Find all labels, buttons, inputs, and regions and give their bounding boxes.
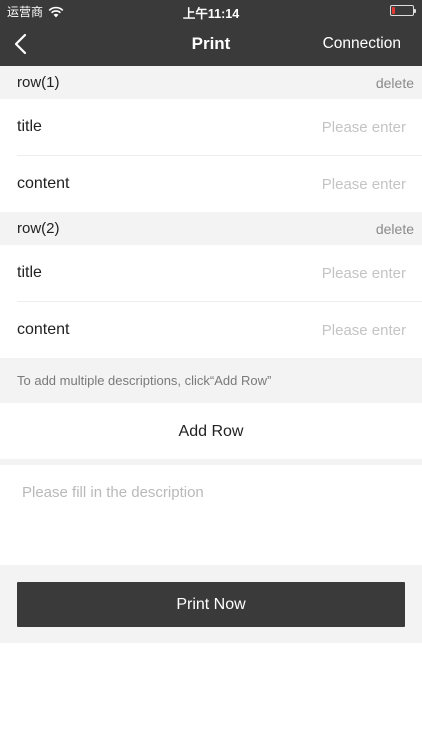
delete-row-button[interactable]: delete — [376, 75, 414, 91]
hint-text: To add multiple descriptions, click“Add … — [17, 373, 272, 388]
title-field-row: title — [0, 245, 422, 301]
delete-row-button[interactable]: delete — [376, 221, 414, 237]
title-input[interactable] — [216, 262, 406, 284]
add-row-button[interactable]: Add Row — [0, 403, 422, 459]
title-field-row: title — [0, 99, 422, 155]
battery-icon — [390, 5, 416, 16]
add-row-label: Add Row — [178, 423, 244, 440]
content-field-row: content — [0, 156, 422, 212]
navigation-bar: Print Connection — [0, 22, 422, 66]
title-input[interactable] — [216, 116, 406, 138]
content-field-row: content — [0, 302, 422, 358]
description-input[interactable] — [22, 484, 402, 554]
battery-level — [392, 7, 395, 14]
field-label: content — [17, 175, 70, 192]
print-now-button[interactable]: Print Now — [17, 582, 405, 627]
description-area — [0, 465, 422, 565]
content-input[interactable] — [216, 319, 406, 341]
add-row-hint: To add multiple descriptions, click“Add … — [0, 358, 422, 403]
row-header-label: row(2) — [17, 220, 60, 237]
row-header: row(1) delete — [0, 66, 422, 99]
row-header-label: row(1) — [17, 74, 60, 91]
field-label: title — [17, 118, 42, 135]
footer: Print Now — [0, 565, 422, 643]
row-header: row(2) delete — [0, 212, 422, 245]
status-bar: 运营商 上午11:14 — [0, 0, 422, 22]
top-bar: 运营商 上午11:14 Print Connection — [0, 0, 422, 66]
field-label: content — [17, 321, 70, 338]
status-time: 上午11:14 — [182, 7, 240, 21]
connection-button[interactable]: Connection — [323, 35, 401, 53]
content-input[interactable] — [216, 173, 406, 195]
field-label: title — [17, 264, 42, 281]
